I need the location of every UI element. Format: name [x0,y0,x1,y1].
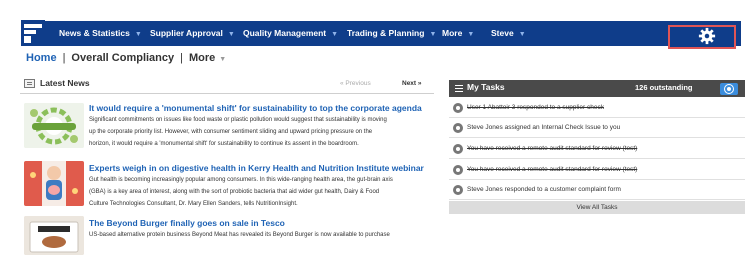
beyond-burger-image [24,216,84,255]
nav-label: Steve [491,28,514,38]
news-title: Latest News [40,78,90,88]
chevron-down-icon: ▼ [227,31,235,38]
task-status-icon[interactable] [453,123,463,133]
chevron-down-icon: ▼ [467,31,475,38]
chevron-down-icon: ▼ [331,31,339,38]
nav-label: More [442,28,463,38]
article-summary-line: Significant commitments on issues like f… [89,117,387,123]
nav-label: News & Statistics [59,28,130,38]
breadcrumb-home-link[interactable]: Home [26,52,57,64]
task-text[interactable]: Steve Jones assigned an Internal Check I… [467,124,620,131]
chevron-down-icon: ▼ [429,31,437,38]
article-summary-line: (GBA) is a key area of interest, along w… [89,189,380,195]
view-all-tasks-button[interactable]: View All Tasks [449,201,745,214]
article-summary-line: horizon, it would require a 'monumental … [89,141,359,147]
task-row[interactable]: You have received a remote audit standar… [449,161,745,180]
task-text[interactable]: You have received a remote audit standar… [467,166,637,173]
chevron-down-icon: ▼ [134,31,142,38]
nav-label: Quality Management [243,28,327,38]
breadcrumb-separator: | [62,52,66,64]
breadcrumb: Home | Overall Compliancy | More ▼ [26,50,226,66]
app-logo-icon[interactable] [21,20,45,46]
nav-trading-planning[interactable]: Trading & Planning ▼ [347,21,436,46]
task-row[interactable]: Steve Jones responded to a customer comp… [449,181,745,200]
nav-supplier-approval[interactable]: Supplier Approval ▼ [150,21,235,46]
article-summary-line: Gut health is becoming increasingly popu… [89,177,393,183]
next-link[interactable]: Next » [402,80,422,87]
news-header: Latest News « Previous Next » [20,76,434,94]
task-row[interactable]: You have received a remote audit standar… [449,140,745,159]
tasks-settings-button[interactable] [720,83,738,95]
nav-label: Trading & Planning [347,28,425,38]
chevron-down-icon: ▼ [518,31,526,38]
chevron-down-icon: ▼ [219,56,227,63]
nav-quality-management[interactable]: Quality Management ▼ [243,21,338,46]
article-summary-line: US-based alternative protein business Be… [89,232,390,238]
task-status-icon[interactable] [453,185,463,195]
top-nav: News & Statistics ▼ Supplier Approval ▼ Qu… [0,0,749,49]
digestive-health-image [24,161,84,206]
list-icon [455,85,463,92]
task-row[interactable]: User 1 Abattoir 3 responded to a supplie… [449,99,745,118]
previous-link[interactable]: « Previous [340,80,371,87]
article-thumbnail[interactable] [24,103,84,148]
breadcrumb-separator: | [180,52,183,64]
nav-news-statistics[interactable]: News & Statistics ▼ [59,21,142,46]
tasks-header: My Tasks 126 outstanding [449,80,745,97]
article-title-link[interactable]: It would require a 'monumental shift' fo… [89,103,422,113]
task-row[interactable]: Steve Jones assigned an Internal Check I… [449,119,745,138]
sustainability-image [24,103,84,148]
task-text[interactable]: Steve Jones responded to a customer comp… [467,186,621,193]
task-text[interactable]: User 1 Abattoir 3 responded to a supplie… [467,104,604,111]
article-summary-line: up the corporate priority list. However,… [89,129,373,135]
nav-more[interactable]: More ▼ [442,21,474,46]
article-thumbnail[interactable] [24,161,84,206]
article-title-link[interactable]: Experts weigh in on digestive health in … [89,163,424,173]
gear-icon[interactable] [698,27,716,45]
breadcrumb-more-menu[interactable]: More [189,52,215,64]
tasks-title: My Tasks [467,82,505,92]
tasks-count: 126 outstanding [635,83,693,92]
breadcrumb-current: Overall Compliancy [71,52,175,64]
task-status-icon[interactable] [453,165,463,175]
nav-user-menu[interactable]: Steve ▼ [491,21,526,46]
newspaper-icon [24,79,35,88]
article-title-link[interactable]: The Beyond Burger finally goes on sale i… [89,218,285,228]
task-text[interactable]: You have received a remote audit standar… [467,145,637,152]
article-summary-line: Culture Technologies Consultant, Dr. Mar… [89,201,298,207]
tasks-panel: My Tasks 126 outstanding User 1 Abattoir… [449,80,745,214]
nav-label: Supplier Approval [150,28,223,38]
article-thumbnail[interactable] [24,216,84,255]
task-status-icon[interactable] [453,144,463,154]
cog-icon [725,85,733,93]
task-status-icon[interactable] [453,103,463,113]
